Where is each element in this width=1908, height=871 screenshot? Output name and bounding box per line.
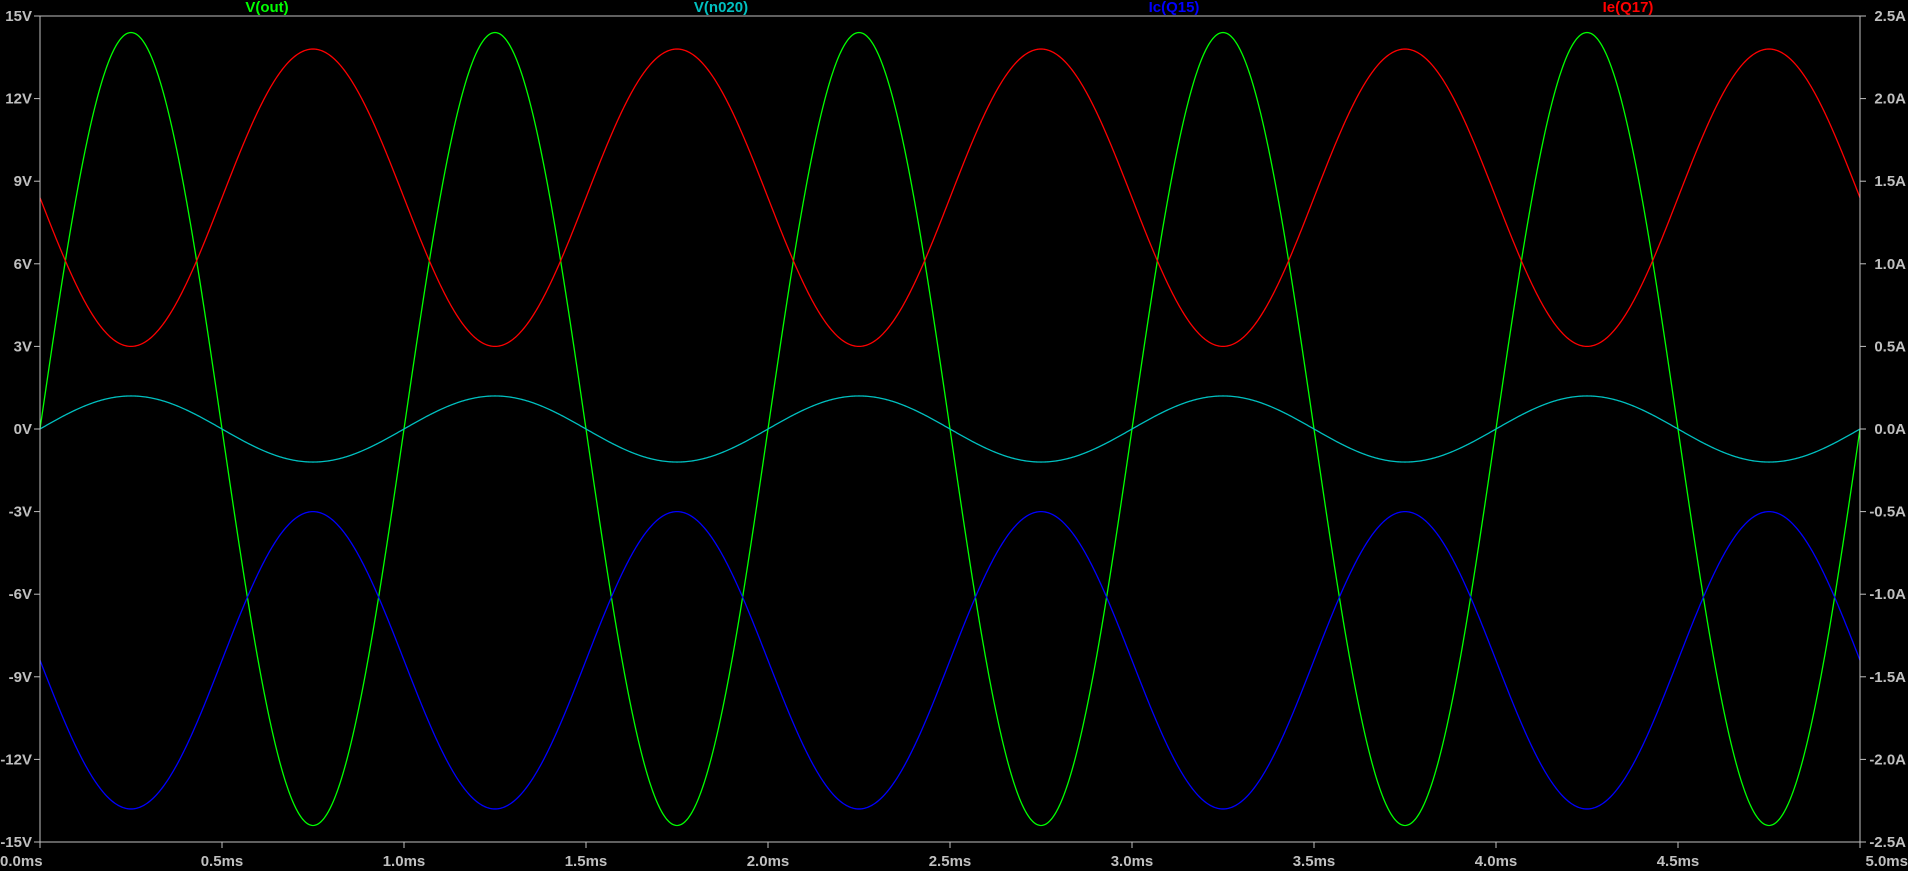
x-tick-label: 5.0ms bbox=[1865, 853, 1908, 870]
y-right-tick-label: -1.5A bbox=[1869, 669, 1906, 686]
y-left-tick-label: 6V bbox=[14, 256, 32, 273]
y-right-tick-label: 2.5A bbox=[1874, 8, 1906, 25]
x-tick-label: 3.5ms bbox=[1293, 853, 1336, 870]
y-right-tick-label: -1.0A bbox=[1869, 586, 1906, 603]
y-right-tick-label: -2.5A bbox=[1869, 834, 1906, 851]
x-tick-label: 4.0ms bbox=[1475, 853, 1518, 870]
y-right-tick-label: 0.5A bbox=[1874, 338, 1906, 355]
y-left-tick-label: -6V bbox=[9, 586, 32, 603]
x-tick-label: 1.0ms bbox=[383, 853, 426, 870]
y-right-tick-label: 1.5A bbox=[1874, 173, 1906, 190]
y-left-tick-label: 9V bbox=[14, 173, 32, 190]
y-right-tick-label: -0.5A bbox=[1869, 504, 1906, 521]
x-tick-label: 3.0ms bbox=[1111, 853, 1154, 870]
x-tick-label: 0.5ms bbox=[201, 853, 244, 870]
legend-v-out[interactable]: V(out) bbox=[245, 0, 288, 16]
legend-ie-q17[interactable]: Ie(Q17) bbox=[1603, 0, 1654, 16]
y-left-tick-label: -9V bbox=[9, 669, 32, 686]
x-tick-label: 4.5ms bbox=[1657, 853, 1700, 870]
y-left-tick-label: 15V bbox=[5, 8, 32, 25]
x-tick-label: 2.0ms bbox=[747, 853, 790, 870]
plot-background bbox=[0, 0, 1908, 871]
waveform-plot: V(out) V(n020) Ic(Q15) Ie(Q17) 0.0ms 0.5ms 1.… bbox=[0, 0, 1908, 871]
y-left-tick-label: 12V bbox=[5, 91, 32, 108]
x-tick-label: 2.5ms bbox=[929, 853, 972, 870]
y-right-tick-label: 2.0A bbox=[1874, 91, 1906, 108]
y-left-tick-label: 3V bbox=[14, 338, 32, 355]
y-left-tick-label: 0V bbox=[14, 421, 32, 438]
y-left-tick-label: -15V bbox=[0, 834, 32, 851]
y-right-tick-label: -2.0A bbox=[1869, 751, 1906, 768]
y-right-tick-label: 0.0A bbox=[1874, 421, 1906, 438]
y-left-tick-label: -3V bbox=[9, 504, 32, 521]
y-left-tick-label: -12V bbox=[0, 751, 32, 768]
x-tick-label: 1.5ms bbox=[565, 853, 608, 870]
legend-v-n020[interactable]: V(n020) bbox=[694, 0, 748, 16]
y-right-tick-label: 1.0A bbox=[1874, 256, 1906, 273]
x-tick-label: 0.0ms bbox=[0, 853, 43, 870]
legend-ic-q15[interactable]: Ic(Q15) bbox=[1149, 0, 1200, 16]
